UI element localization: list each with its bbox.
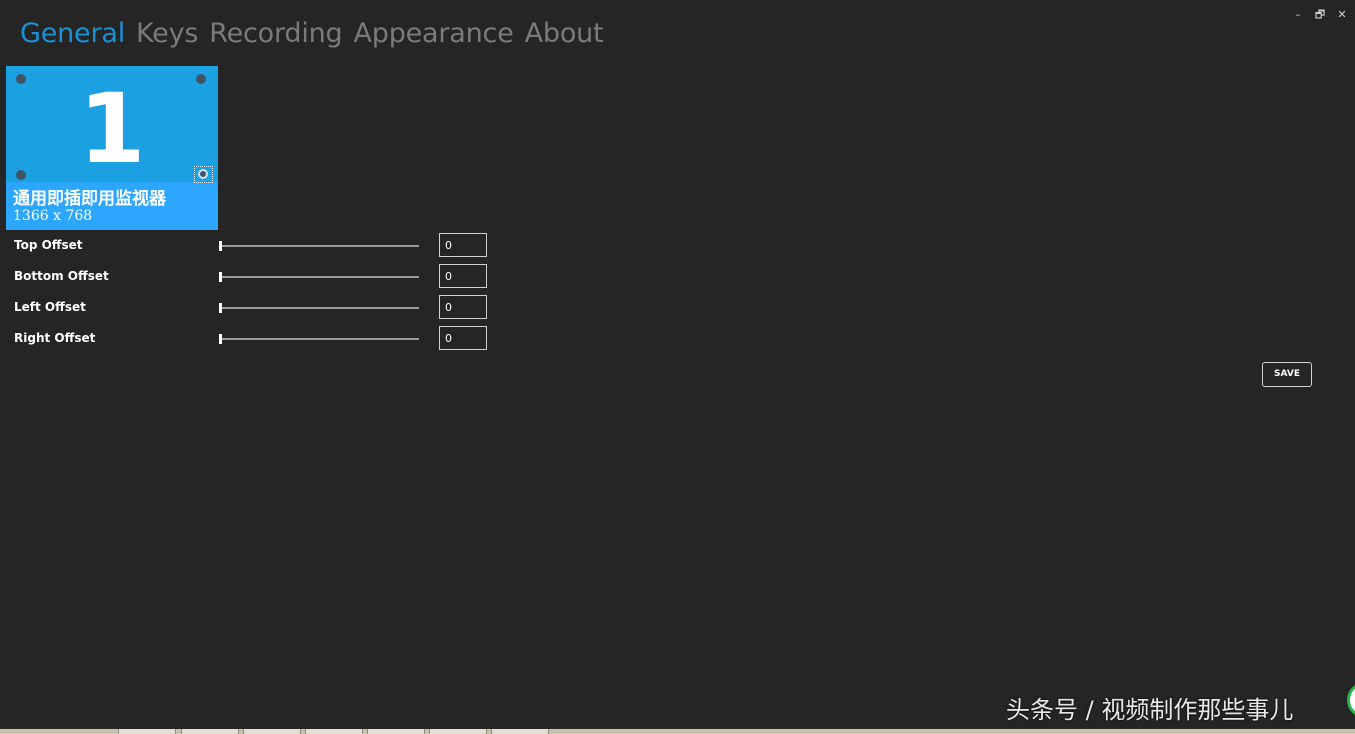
bottom-offset-label: Bottom Offset	[14, 269, 109, 283]
taskbar-item[interactable]	[243, 729, 301, 734]
save-button[interactable]: SAVE	[1262, 362, 1312, 387]
slider-thumb[interactable]	[219, 241, 222, 251]
taskbar	[0, 729, 1355, 734]
slider-thumb[interactable]	[219, 334, 222, 344]
monitor-number: 1	[78, 73, 146, 185]
taskbar-item[interactable]	[305, 729, 363, 734]
tab-recording[interactable]: Recording	[209, 18, 342, 49]
taskbar-item[interactable]	[118, 729, 176, 734]
tab-appearance[interactable]: Appearance	[353, 18, 513, 49]
bottom-offset-slider[interactable]	[219, 271, 419, 283]
left-offset-slider[interactable]	[219, 302, 419, 314]
taskbar-item[interactable]	[367, 729, 425, 734]
offset-row-left: Left Offset	[14, 295, 494, 321]
monitor-tile[interactable]: 1 通用即插即用监视器 1366 x 768	[6, 66, 218, 230]
slider-track	[219, 338, 419, 340]
left-offset-label: Left Offset	[14, 300, 86, 314]
tab-general[interactable]: General	[20, 18, 125, 49]
right-offset-slider[interactable]	[219, 333, 419, 345]
bottom-offset-input[interactable]	[439, 264, 487, 288]
restore-button[interactable]: 🗗	[1309, 6, 1331, 24]
taskbar-item[interactable]	[429, 729, 487, 734]
offset-row-bottom: Bottom Offset	[14, 264, 494, 290]
app-window: – 🗗 ✕ General Keys Recording Appearance …	[0, 0, 1355, 730]
right-offset-label: Right Offset	[14, 331, 96, 345]
window-controls: – 🗗 ✕	[1287, 6, 1353, 24]
slider-track	[219, 276, 419, 278]
slider-track	[219, 307, 419, 309]
slider-thumb[interactable]	[219, 303, 222, 313]
top-offset-slider[interactable]	[219, 240, 419, 252]
tab-keys[interactable]: Keys	[136, 18, 198, 49]
tab-about[interactable]: About	[525, 18, 604, 49]
top-offset-input[interactable]	[439, 233, 487, 257]
slider-track	[219, 245, 419, 247]
watermark-text: 头条号 / 视频制作那些事儿	[1006, 696, 1294, 724]
monitor-name: 通用即插即用监视器	[13, 189, 166, 209]
left-offset-input[interactable]	[439, 295, 487, 319]
anchor-bottom-right-icon[interactable]	[194, 166, 213, 183]
offset-row-top: Top Offset	[14, 233, 494, 259]
offset-row-right: Right Offset	[14, 326, 494, 352]
taskbar-item[interactable]	[181, 729, 239, 734]
monitor-resolution: 1366 x 768	[13, 208, 93, 224]
tab-bar: General Keys Recording Appearance About	[20, 18, 614, 49]
right-offset-input[interactable]	[439, 326, 487, 350]
slider-thumb[interactable]	[219, 272, 222, 282]
top-offset-label: Top Offset	[14, 238, 83, 252]
close-button[interactable]: ✕	[1331, 6, 1353, 24]
minimize-button[interactable]: –	[1287, 6, 1309, 24]
badge-icon	[1347, 682, 1355, 718]
taskbar-item[interactable]	[491, 729, 549, 734]
